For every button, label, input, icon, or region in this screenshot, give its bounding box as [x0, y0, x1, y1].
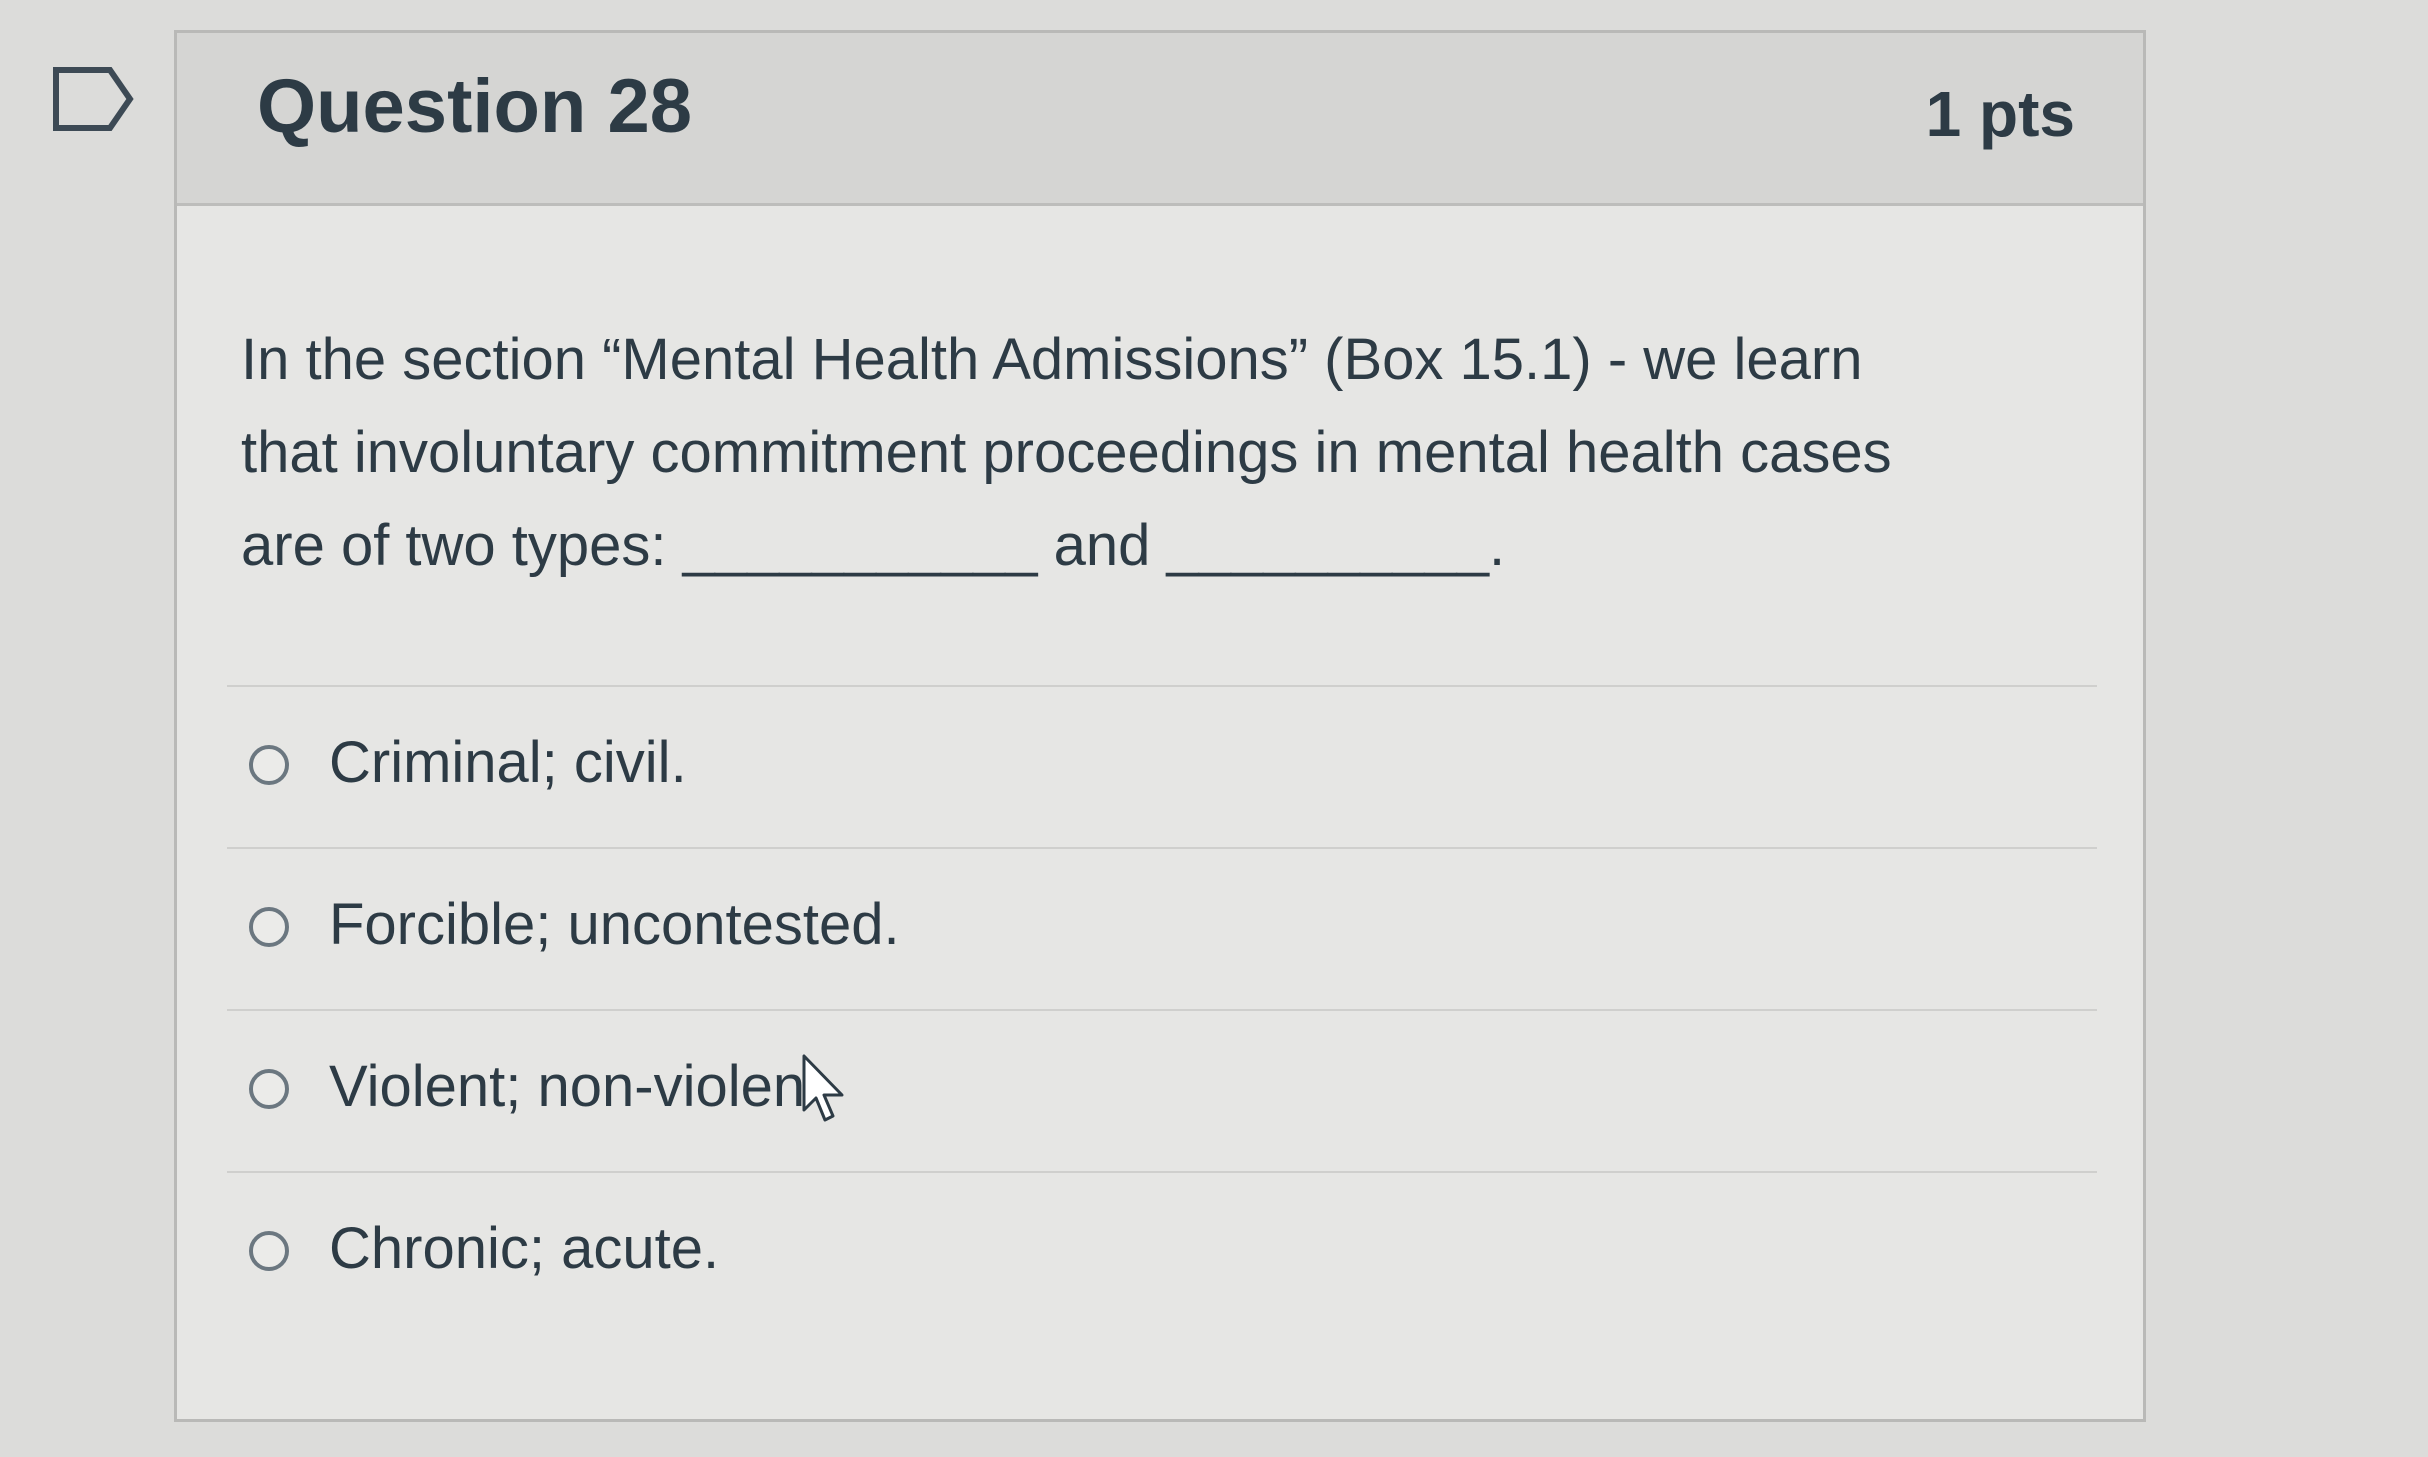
answer-option[interactable]: Chronic; acute. — [227, 1171, 2097, 1333]
radio-button[interactable] — [249, 745, 289, 785]
radio-button[interactable] — [249, 907, 289, 947]
flag-question-icon[interactable] — [52, 66, 134, 132]
answer-option[interactable]: Criminal; civil. — [227, 685, 2097, 847]
answer-label: Violent; non-violen — [329, 1054, 806, 1119]
answer-list: Criminal; civil. Forcible; uncontested. … — [227, 685, 2097, 1333]
question-text-line: that involuntary commitment proceedings … — [241, 420, 1892, 485]
radio-button[interactable] — [249, 1069, 289, 1109]
question-title: Question 28 — [257, 64, 692, 149]
question-card: Question 28 1 pts In the section “Mental… — [174, 30, 2146, 1422]
question-points: 1 pts — [1925, 78, 2075, 150]
radio-button[interactable] — [249, 1231, 289, 1271]
question-text-line: are of two types: ___________ and ______… — [241, 513, 1506, 578]
question-text: In the section “Mental Health Admissions… — [241, 313, 2081, 592]
answer-option[interactable]: Violent; non-violen — [227, 1009, 2097, 1171]
answer-label: Forcible; uncontested. — [329, 892, 900, 957]
mouse-pointer-icon — [800, 1054, 850, 1126]
answer-label: Criminal; civil. — [329, 730, 687, 795]
question-header: Question 28 1 pts — [177, 33, 2143, 206]
answer-option[interactable]: Forcible; uncontested. — [227, 847, 2097, 1009]
question-text-line: In the section “Mental Health Admissions… — [241, 327, 1863, 392]
answer-label: Chronic; acute. — [329, 1216, 720, 1281]
